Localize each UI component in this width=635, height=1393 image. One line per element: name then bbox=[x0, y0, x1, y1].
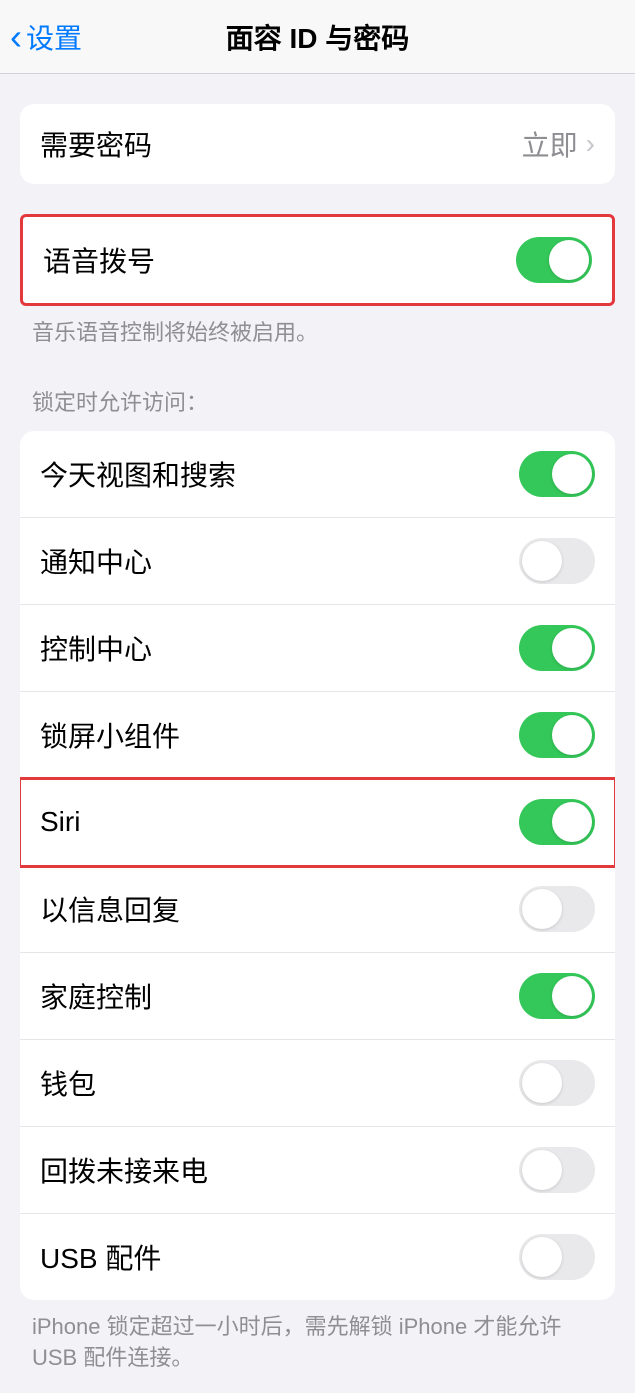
notification-center-row: 通知中心 bbox=[20, 518, 615, 605]
notification-center-toggle[interactable] bbox=[519, 538, 595, 584]
back-label: 设置 bbox=[26, 17, 82, 57]
toggle-knob bbox=[552, 976, 592, 1016]
toggle-knob bbox=[552, 454, 592, 494]
require-passcode-row[interactable]: 需要密码 立即 › bbox=[20, 104, 615, 184]
lock-screen-widgets-label: 锁屏小组件 bbox=[40, 715, 180, 755]
toggle-knob bbox=[552, 628, 592, 668]
return-missed-calls-row: 回拨未接来电 bbox=[20, 1127, 615, 1214]
toggle-knob bbox=[522, 889, 562, 929]
chevron-left-icon: ‹ bbox=[10, 19, 22, 55]
return-missed-calls-toggle[interactable] bbox=[519, 1147, 595, 1193]
navigation-header: ‹ 设置 面容 ID 与密码 bbox=[0, 0, 635, 74]
page-title: 面容 ID 与密码 bbox=[226, 17, 410, 57]
today-view-row: 今天视图和搜索 bbox=[20, 431, 615, 518]
today-view-label: 今天视图和搜索 bbox=[40, 454, 236, 494]
chevron-right-icon: › bbox=[586, 128, 595, 160]
wallet-row: 钱包 bbox=[20, 1040, 615, 1127]
return-missed-calls-label: 回拨未接来电 bbox=[40, 1150, 208, 1190]
content-area: 需要密码 立即 › 语音拨号 音乐语音控制将始终被启用。 锁定时允许访问： 今天… bbox=[0, 104, 635, 1393]
reply-with-message-row: 以信息回复 bbox=[20, 866, 615, 953]
today-view-toggle[interactable] bbox=[519, 451, 595, 497]
control-center-toggle[interactable] bbox=[519, 625, 595, 671]
toggle-knob bbox=[552, 802, 592, 842]
lock-access-group: 今天视图和搜索 通知中心 控制中心 锁屏小组件 Siri bbox=[20, 431, 615, 1300]
voice-dial-footer: 音乐语音控制将始终被启用。 bbox=[0, 306, 635, 349]
toggle-knob bbox=[549, 240, 589, 280]
siri-toggle[interactable] bbox=[519, 799, 595, 845]
require-passcode-group: 需要密码 立即 › bbox=[20, 104, 615, 184]
require-passcode-label: 需要密码 bbox=[40, 124, 152, 164]
home-control-row: 家庭控制 bbox=[20, 953, 615, 1040]
voice-dial-row: 语音拨号 bbox=[23, 217, 612, 303]
control-center-label: 控制中心 bbox=[40, 628, 152, 668]
siri-label: Siri bbox=[40, 806, 80, 838]
back-button[interactable]: ‹ 设置 bbox=[0, 17, 82, 57]
usb-accessories-toggle[interactable] bbox=[519, 1234, 595, 1280]
reply-with-message-label: 以信息回复 bbox=[40, 889, 180, 929]
wallet-label: 钱包 bbox=[40, 1063, 96, 1103]
notification-center-label: 通知中心 bbox=[40, 541, 152, 581]
control-center-row: 控制中心 bbox=[20, 605, 615, 692]
usb-accessories-row: USB 配件 bbox=[20, 1214, 615, 1300]
wallet-toggle[interactable] bbox=[519, 1060, 595, 1106]
lock-screen-widgets-toggle[interactable] bbox=[519, 712, 595, 758]
siri-row: Siri bbox=[20, 779, 615, 866]
lock-screen-widgets-row: 锁屏小组件 bbox=[20, 692, 615, 779]
toggle-knob bbox=[522, 1063, 562, 1103]
voice-dial-group: 语音拨号 bbox=[20, 214, 615, 306]
require-passcode-value: 立即 bbox=[522, 124, 578, 164]
home-control-toggle[interactable] bbox=[519, 973, 595, 1019]
toggle-knob bbox=[522, 1150, 562, 1190]
usb-footer: iPhone 锁定超过一小时后，需先解锁 iPhone 才能允许 USB 配件连… bbox=[0, 1300, 635, 1374]
toggle-knob bbox=[522, 541, 562, 581]
lock-access-header: 锁定时允许访问： bbox=[0, 349, 635, 425]
home-control-label: 家庭控制 bbox=[40, 976, 152, 1016]
toggle-knob bbox=[522, 1237, 562, 1277]
reply-with-message-toggle[interactable] bbox=[519, 886, 595, 932]
toggle-knob bbox=[552, 715, 592, 755]
voice-dial-label: 语音拨号 bbox=[43, 240, 155, 280]
voice-dial-toggle[interactable] bbox=[516, 237, 592, 283]
usb-accessories-label: USB 配件 bbox=[40, 1237, 161, 1277]
